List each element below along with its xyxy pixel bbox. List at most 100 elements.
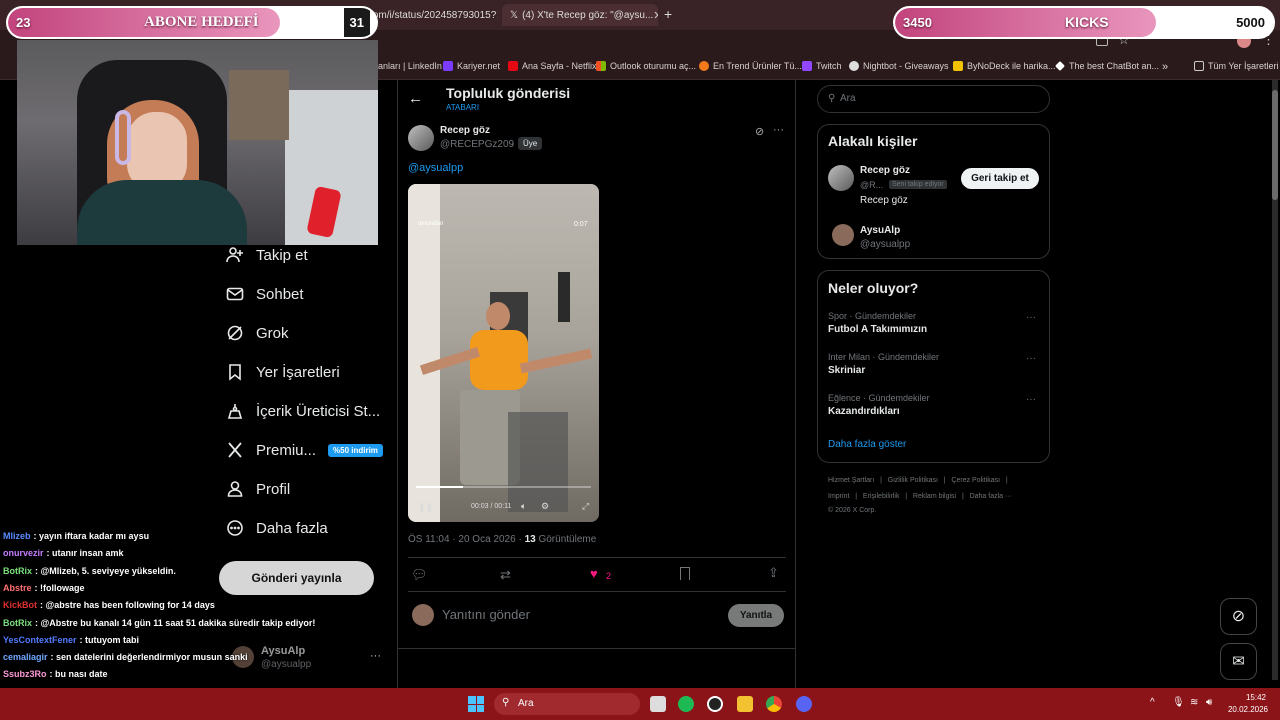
chat-username[interactable]: BotRix: [3, 618, 32, 628]
goal-title: KICKS: [1065, 14, 1109, 30]
author-name[interactable]: Recep göz: [440, 125, 490, 136]
bookmark-netflix[interactable]: Ana Sayfa - Netflix: [508, 61, 597, 71]
scrollbar-thumb[interactable]: [1272, 90, 1278, 200]
community-name[interactable]: ATABARI: [446, 103, 479, 112]
author-handle[interactable]: @RECEPGz209: [440, 139, 514, 150]
pause-icon[interactable]: ❚❚: [418, 502, 433, 513]
chat-username[interactable]: Abstre: [3, 583, 32, 593]
bookmark-nightbot[interactable]: Nightbot - Giveaways: [849, 61, 949, 71]
more-icon[interactable]: ···: [773, 124, 784, 136]
bookmark-all[interactable]: Tüm Yer İşaretleri: [1194, 61, 1279, 71]
video-progress-fill: [416, 486, 464, 488]
bookmark-trend[interactable]: En Trend Ürünler Tü...: [699, 61, 802, 71]
trend-name[interactable]: Skriniar: [828, 365, 865, 376]
chat-username[interactable]: YesContextFener: [3, 635, 77, 645]
clock-time[interactable]: 15:42: [1226, 693, 1266, 702]
task-view-icon[interactable]: [650, 696, 666, 712]
chat-username[interactable]: BotRix: [3, 566, 32, 576]
spotify-icon[interactable]: [678, 696, 694, 712]
obs-icon[interactable]: [707, 696, 723, 712]
discord-icon[interactable]: [796, 696, 812, 712]
volume-icon[interactable]: 🔈︎: [521, 501, 526, 512]
reply-icon[interactable]: 💬︎: [411, 567, 428, 583]
nav-follow[interactable]: Takip et: [226, 246, 308, 264]
person-avatar[interactable]: [828, 165, 854, 191]
bookmark-chatbot[interactable]: The best ChatBot an...: [1055, 61, 1159, 71]
person-handle[interactable]: @R...: [860, 180, 883, 190]
person-name[interactable]: Recep göz: [860, 165, 910, 176]
tray-chevron-icon[interactable]: ^: [1150, 697, 1155, 708]
chat-message: BotRix : @Mlizeb, 5. seviyeye yükseldin.: [3, 566, 176, 576]
footer-links[interactable]: Hizmet Şartları | Gizlilik Politikası | …: [828, 477, 1008, 484]
fullscreen-icon[interactable]: ⤢: [582, 501, 589, 512]
taskbar-search[interactable]: ⚲ Ara: [494, 693, 640, 715]
nav-profile[interactable]: Profil: [226, 480, 290, 498]
tab-title: x.com/i/status/202458793015?: [360, 9, 497, 21]
video-player[interactable]: umurafan 0:07 ❚❚ 00:03 / 00:11 🔈︎ ⚙ ⤢: [408, 184, 599, 522]
reply-button[interactable]: Yanıtla: [728, 604, 784, 627]
video-progress-track[interactable]: [416, 486, 591, 488]
nav-creator-studio[interactable]: İçerik Üreticisi St...: [226, 402, 380, 420]
follow-back-button[interactable]: Geri takip et: [961, 168, 1039, 189]
close-icon[interactable]: ✕: [496, 9, 498, 22]
bookmark-linkedin[interactable]: anları | LinkedIn: [378, 61, 442, 71]
account-more-icon[interactable]: ···: [370, 650, 381, 662]
show-more-link[interactable]: Daha fazla göster: [828, 439, 906, 450]
bookmark-icon[interactable]: [680, 567, 690, 580]
post-button[interactable]: Gönderi yayınla: [219, 561, 374, 595]
x-logo-icon: [228, 442, 242, 458]
volume-icon[interactable]: 🔊︎: [1206, 697, 1212, 708]
person-handle[interactable]: @aysualpp: [860, 239, 910, 250]
chat-username[interactable]: Mlizeb: [3, 531, 31, 541]
trend-more-icon[interactable]: ···: [1026, 312, 1036, 323]
reply-input[interactable]: Yanıtını gönder: [442, 607, 530, 622]
grok-float-icon[interactable]: ⊘: [1220, 598, 1257, 635]
trend-more-icon[interactable]: ···: [1026, 353, 1036, 364]
back-arrow-icon[interactable]: ←: [408, 90, 423, 107]
trend-name[interactable]: Kazandırdıkları: [828, 406, 900, 417]
share-icon[interactable]: ⇪: [768, 565, 779, 581]
chat-username[interactable]: onurvezir: [3, 548, 44, 558]
bookmarks-overflow[interactable]: »: [1162, 61, 1168, 73]
close-icon[interactable]: ✕: [653, 9, 658, 22]
nav-label: Sohbet: [256, 285, 304, 303]
footer-links[interactable]: Imprint | Erişilebilirlik | Reklam bilgi…: [828, 493, 1012, 500]
chat-username[interactable]: KickBot: [3, 600, 37, 610]
bookmark-bynodeck[interactable]: ByNoDeck ile harika...: [953, 61, 1056, 71]
chat-username[interactable]: cemaliagir: [3, 652, 48, 662]
nav-more[interactable]: Daha fazla: [226, 519, 328, 537]
mention-link[interactable]: @aysualpp: [408, 162, 463, 174]
browser-tab-active[interactable]: 𝕏 (4) X'te Recep göz: "@aysu... ✕: [502, 4, 658, 26]
wifi-icon[interactable]: ≋: [1190, 697, 1198, 708]
trend-name[interactable]: Futbol A Takımımızın: [828, 324, 927, 335]
chat-message: KickBot : @abstre has been following for…: [3, 600, 215, 610]
bookmark-outlook[interactable]: Outlook oturumu aç...: [596, 61, 696, 71]
taskbar: [0, 688, 1280, 720]
scrollbar[interactable]: [1272, 80, 1278, 680]
heart-icon[interactable]: ♥: [590, 566, 598, 581]
search-input[interactable]: ⚲ Ara: [817, 85, 1050, 113]
nav-grok[interactable]: Grok: [226, 324, 289, 342]
windows-start-icon[interactable]: [468, 696, 484, 712]
person-name[interactable]: AysuAlp: [860, 225, 900, 236]
chat-username[interactable]: Ssubz3Ro: [3, 669, 47, 679]
bookmark-kariyer[interactable]: Kariyer.net: [443, 61, 500, 71]
clock-date[interactable]: 20.02.2026: [1218, 705, 1268, 714]
messages-float-icon[interactable]: ✉: [1220, 643, 1257, 680]
microphone-icon[interactable]: 🎙︎: [1172, 697, 1185, 708]
bookmark-twitch[interactable]: Twitch: [802, 61, 842, 71]
repost-icon[interactable]: ⇄: [500, 567, 511, 583]
settings-icon[interactable]: ⚙: [541, 501, 549, 512]
new-tab-icon[interactable]: +: [664, 6, 672, 22]
nav-bookmarks[interactable]: Yer İşaretleri: [226, 363, 340, 381]
chrome-icon[interactable]: [766, 696, 782, 712]
trend-meta: Spor · Gündemdekiler: [828, 311, 917, 321]
profile-icon: [227, 481, 243, 497]
person-avatar[interactable]: [832, 224, 854, 246]
author-avatar[interactable]: [408, 125, 434, 151]
folder-icon[interactable]: [737, 696, 753, 712]
nav-premium[interactable]: Premiu... %50 indirim: [226, 441, 383, 459]
grok-icon[interactable]: ⊘: [755, 125, 764, 138]
nav-chat[interactable]: Sohbet: [226, 285, 304, 303]
trend-more-icon[interactable]: ···: [1026, 394, 1036, 405]
